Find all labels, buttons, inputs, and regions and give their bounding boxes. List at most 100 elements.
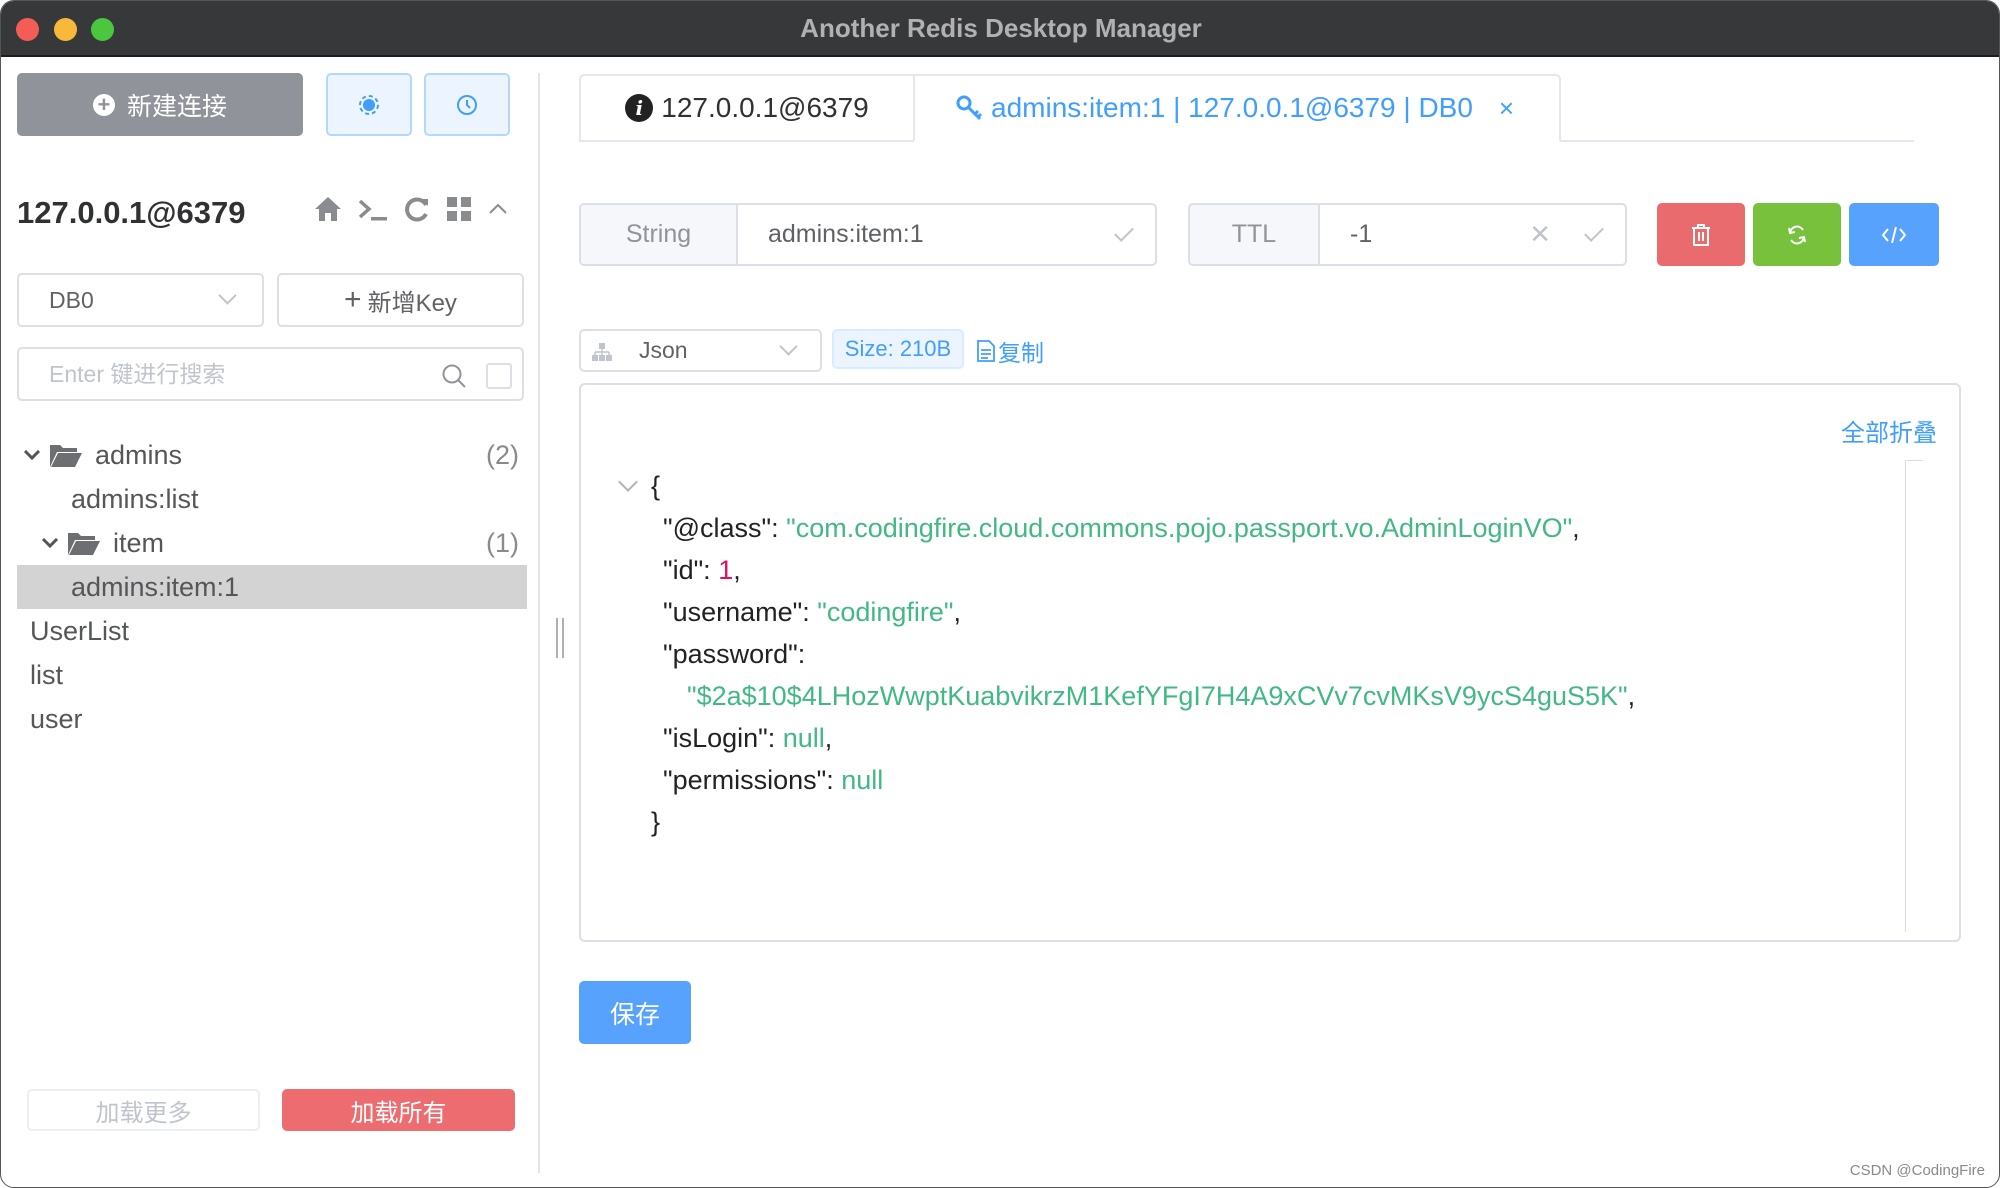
json-line: "id": 1, xyxy=(621,549,1635,591)
collapse-all-button[interactable]: 全部折叠 xyxy=(1841,413,1937,448)
terminal-icon[interactable] xyxy=(357,195,389,223)
hierarchy-icon xyxy=(592,343,612,361)
folder-open-icon xyxy=(50,445,82,467)
tree-label: admins:item:1 xyxy=(71,571,240,602)
tab-key-detail[interactable]: admins:item:1 | 127.0.0.1@6379 | DB0 × xyxy=(913,74,1561,142)
connection-toolbar xyxy=(313,195,509,223)
json-line: "$2a$10$4LHozWwptKuabvikrzM1KefYFgI7H4A9… xyxy=(621,675,1635,717)
dump-command-button[interactable] xyxy=(1849,203,1939,266)
json-comma: , xyxy=(1627,681,1636,711)
json-value: "codingfire" xyxy=(817,597,954,627)
close-tab-icon[interactable]: × xyxy=(1499,93,1514,124)
document-icon xyxy=(977,340,995,362)
load-all-button[interactable]: 加载所有 xyxy=(282,1089,515,1131)
chevron-down-icon xyxy=(218,286,237,305)
folder-open-icon xyxy=(68,533,100,555)
tree-key[interactable]: admins:item:1 xyxy=(17,565,527,609)
key-icon xyxy=(956,95,983,121)
resize-handle[interactable] xyxy=(556,618,564,658)
key-name-group: String xyxy=(579,203,1157,266)
add-key-label: 新增Key xyxy=(367,289,457,317)
json-brace: } xyxy=(651,807,661,837)
app-window: Another Redis Desktop Manager + 新建连接 127… xyxy=(0,0,2000,1188)
new-connection-button[interactable]: + 新建连接 xyxy=(17,73,303,136)
json-value: 1 xyxy=(718,555,734,585)
delete-key-button[interactable] xyxy=(1657,203,1745,266)
format-select-value: Json xyxy=(639,337,688,363)
new-connection-label: 新建连接 xyxy=(126,92,227,121)
json-viewer: 全部折叠 {"@class": "com.codingfire.cloud.co… xyxy=(579,383,1961,942)
tree-label: user xyxy=(30,703,83,734)
json-key: "@class": xyxy=(663,513,787,543)
tree-key[interactable]: list xyxy=(17,653,527,697)
tab-label: 127.0.0.1@6379 xyxy=(661,92,869,123)
ttl-group: TTL ✕ xyxy=(1188,203,1627,266)
json-line: "username": "codingfire", xyxy=(621,591,1635,633)
key-name-input[interactable] xyxy=(768,220,1155,249)
clear-ttl-icon[interactable]: ✕ xyxy=(1529,221,1551,247)
sidebar-divider xyxy=(538,73,540,1173)
json-comma: , xyxy=(824,723,833,753)
json-line: "@class": "com.codingfire.cloud.commons.… xyxy=(621,507,1635,549)
tree-key[interactable]: UserList xyxy=(17,609,527,653)
tree-count: (1) xyxy=(486,527,519,558)
tree-folder[interactable]: admins (2) xyxy=(17,433,527,477)
json-comma: , xyxy=(953,597,962,627)
tree-count: (2) xyxy=(486,439,519,470)
copy-label: 复制 xyxy=(998,340,1044,366)
refresh-icon[interactable] xyxy=(403,195,431,223)
key-type-label: String xyxy=(581,205,738,264)
ttl-label: TTL xyxy=(1190,205,1320,264)
tree-folder[interactable]: item (1) xyxy=(17,521,527,565)
caret-down-icon[interactable] xyxy=(23,450,41,460)
home-icon[interactable] xyxy=(313,195,343,223)
tab-connection-info[interactable]: i 127.0.0.1@6379 xyxy=(579,74,915,142)
plus-circle-icon: + xyxy=(92,93,115,116)
caret-down-icon[interactable] xyxy=(41,538,59,548)
clock-icon xyxy=(457,94,477,115)
json-content: {"@class": "com.codingfire.cloud.commons… xyxy=(618,465,1635,843)
json-value: null xyxy=(841,765,884,795)
json-key: "username": xyxy=(663,597,818,627)
save-button[interactable]: 保存 xyxy=(579,981,691,1044)
window-title: Another Redis Desktop Manager xyxy=(800,13,1202,43)
plus-icon: + xyxy=(344,283,362,316)
key-search-input[interactable] xyxy=(49,360,429,388)
json-brace: { xyxy=(651,471,661,501)
gear-icon xyxy=(359,94,379,115)
history-button[interactable] xyxy=(424,73,510,136)
db-select[interactable]: DB0 xyxy=(17,273,264,327)
format-select[interactable]: Json xyxy=(579,329,822,372)
json-line: "password": xyxy=(621,633,1635,675)
collapse-toggle-icon[interactable] xyxy=(618,472,638,492)
json-value: null xyxy=(782,723,825,753)
tree-label: list xyxy=(30,659,63,690)
json-key: "permissions": xyxy=(663,765,842,795)
json-line: "isLogin": null, xyxy=(621,717,1635,759)
title-bar: Another Redis Desktop Manager xyxy=(1,1,1999,57)
tree-label: UserList xyxy=(30,615,130,646)
editor-scrollbar[interactable] xyxy=(1905,460,1923,932)
json-value: "$2a$10$4LHozWwptKuabvikrzM1KefYFgI7H4A9… xyxy=(687,681,1628,711)
json-value: "com.codingfire.cloud.commons.pojo.passp… xyxy=(786,513,1573,543)
db-select-value: DB0 xyxy=(49,286,94,313)
chevron-down-icon xyxy=(779,337,798,356)
json-line: } xyxy=(621,801,1635,843)
exact-search-checkbox[interactable] xyxy=(486,363,512,389)
copy-button[interactable]: 复制 xyxy=(976,331,1044,371)
json-comma: , xyxy=(1572,513,1580,543)
add-key-button[interactable]: + 新增Key xyxy=(277,273,524,327)
chevron-up-icon[interactable] xyxy=(487,198,509,220)
tree-label: item xyxy=(113,527,165,558)
load-more-button[interactable]: 加载更多 xyxy=(27,1089,260,1131)
refresh-key-button[interactable] xyxy=(1753,203,1841,266)
search-icon[interactable] xyxy=(441,363,467,389)
settings-button[interactable] xyxy=(326,73,412,136)
tree-key[interactable]: user xyxy=(17,697,527,741)
size-badge: Size: 210B xyxy=(832,329,964,369)
grid-icon[interactable] xyxy=(445,195,473,223)
connection-name: 127.0.0.1@6379 xyxy=(17,195,246,230)
tree-key[interactable]: admins:list xyxy=(17,477,527,521)
info-icon: i xyxy=(625,94,654,122)
key-search xyxy=(17,347,524,401)
